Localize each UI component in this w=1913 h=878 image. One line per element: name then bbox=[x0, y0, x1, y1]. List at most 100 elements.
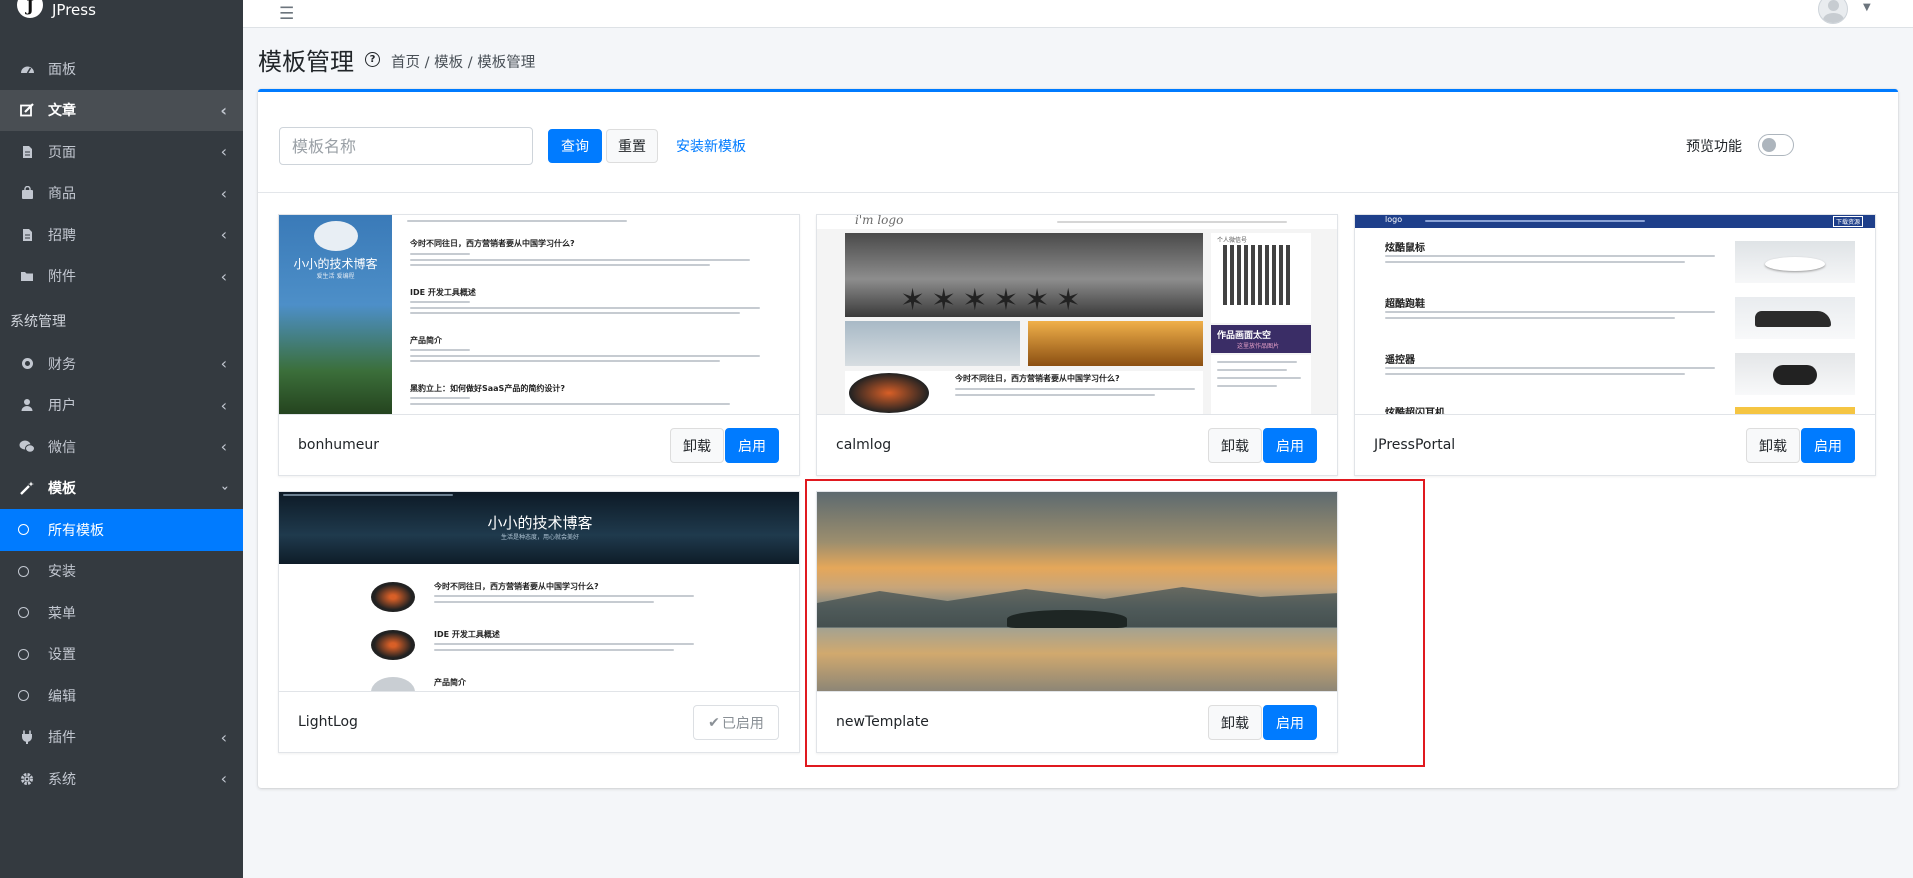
enabled-label: 已启用 bbox=[721, 715, 764, 732]
thumb-silhouettes: ✶✶✶✶✶✶ bbox=[900, 283, 1087, 318]
sidebar-item-plugins[interactable]: 插件 ‹ bbox=[0, 717, 243, 759]
sidebar-item-label: 微信 bbox=[48, 439, 76, 456]
template-thumbnail[interactable]: 小小的技术博客 生活是种态度，用心就会美好 今时不同往日，西方营销者要从中国学习… bbox=[279, 492, 799, 692]
enable-button[interactable]: 启用 bbox=[1801, 428, 1855, 463]
template-card-jpressportal: logo 下载资源 炫酷鼠标 超酷跑鞋 遥控器 炫酷超闪耳机 JPressPor… bbox=[1354, 214, 1876, 476]
sidebar-item-label: 招聘 bbox=[48, 227, 76, 244]
template-name: calmlog bbox=[836, 437, 892, 453]
sidebar-subitem-edit[interactable]: 编辑 bbox=[0, 675, 243, 717]
circle-icon bbox=[18, 565, 29, 577]
brand-logo: J bbox=[17, 0, 43, 18]
thumb-post-image bbox=[371, 677, 415, 691]
sidebar-subitem-install[interactable]: 安装 bbox=[0, 551, 243, 593]
sidebar-subitem-menu[interactable]: 菜单 bbox=[0, 592, 243, 634]
enable-button[interactable]: 启用 bbox=[1263, 428, 1317, 463]
thumb-product-image bbox=[1735, 407, 1855, 414]
sidebar-item-system[interactable]: 系统 ‹ bbox=[0, 758, 243, 800]
sidebar-item-templates[interactable]: 模板 ‹ bbox=[0, 468, 243, 510]
thumb-post-title: 产品简介 bbox=[434, 678, 466, 687]
brand-logo-letter: J bbox=[26, 0, 34, 15]
thumb-text-line bbox=[1217, 385, 1277, 387]
template-thumbnail[interactable]: logo 下载资源 炫酷鼠标 超酷跑鞋 遥控器 炫酷超闪耳机 bbox=[1355, 215, 1875, 415]
thumb-post-title: 遥控器 bbox=[1385, 355, 1415, 366]
sidebar-subitem-settings[interactable]: 设置 bbox=[0, 634, 243, 676]
install-template-link[interactable]: 安装新模板 bbox=[676, 136, 746, 156]
thumb-navbar: logo 下载资源 bbox=[1355, 215, 1875, 228]
thumb-post: 今时不同往日，西方营销者要从中国学习什么? bbox=[845, 371, 1203, 414]
thumb-text-line bbox=[410, 264, 710, 266]
thumb-text-line bbox=[1217, 377, 1301, 379]
thumb-header-image: 小小的技术博客 生活是种态度，用心就会美好 bbox=[279, 492, 799, 564]
sidebar-item-recruit[interactable]: 招聘 ‹ bbox=[0, 214, 243, 256]
enabled-button[interactable]: ✔ 已启用 bbox=[693, 705, 779, 740]
uninstall-button[interactable]: 卸载 bbox=[670, 428, 724, 463]
thumb-text-line bbox=[410, 259, 750, 261]
thumb-qrcode bbox=[1223, 245, 1293, 305]
thumb-nav-line bbox=[283, 494, 453, 496]
thumb-text-line bbox=[434, 649, 674, 651]
uninstall-button[interactable]: 卸载 bbox=[1746, 428, 1800, 463]
uninstall-button[interactable]: 卸载 bbox=[1208, 428, 1262, 463]
sidebar-item-dashboard[interactable]: 面板 bbox=[0, 48, 243, 90]
caret-down-icon[interactable]: ▼ bbox=[1863, 2, 1871, 13]
sidebar-item-label: 面板 bbox=[48, 61, 76, 78]
thumb-post-title: 今时不同往日，西方营销者要从中国学习什么? bbox=[410, 239, 575, 248]
sidebar-item-pages[interactable]: 页面 ‹ bbox=[0, 131, 243, 173]
thumb-logo: i'm logo bbox=[855, 215, 904, 227]
coin-icon bbox=[18, 357, 36, 370]
sidebar-item-wechat[interactable]: 微信 ‹ bbox=[0, 426, 243, 468]
template-thumbnail[interactable]: i'm logo ✶✶✶✶✶✶ 今时不同往日，西方营销者要从中国学习什么? 个人… bbox=[817, 215, 1337, 415]
circle-icon bbox=[18, 607, 29, 619]
sidebar-item-articles[interactable]: 文章 ‹ bbox=[0, 89, 243, 131]
preview-toggle[interactable] bbox=[1758, 134, 1794, 156]
highlight-box bbox=[805, 479, 1425, 767]
sidebar-item-label: 商品 bbox=[48, 186, 76, 203]
template-card-footer: calmlog 卸载 启用 bbox=[817, 415, 1337, 476]
thumb-text-line bbox=[410, 403, 730, 405]
thumb-text-line bbox=[410, 355, 760, 357]
circle-icon bbox=[18, 648, 29, 660]
thumb-text-line bbox=[434, 643, 694, 645]
thumb-product-image bbox=[1735, 241, 1855, 283]
brand-name: JPress bbox=[52, 1, 96, 19]
wechat-icon bbox=[18, 440, 36, 453]
user-avatar[interactable] bbox=[1818, 0, 1848, 24]
thumb-post-title: 产品简介 bbox=[410, 336, 442, 345]
thumb-side-widget: 个人微信号 bbox=[1211, 233, 1311, 323]
sidebar-item-attachments[interactable]: 附件 ‹ bbox=[0, 256, 243, 298]
thumb-post-title: 今时不同往日，西方营销者要从中国学习什么? bbox=[955, 374, 1120, 383]
sidebar-item-products[interactable]: 商品 ‹ bbox=[0, 173, 243, 215]
help-icon[interactable]: ? bbox=[365, 52, 380, 67]
template-card-footer: JPressPortal 卸载 启用 bbox=[1355, 415, 1875, 476]
preview-label: 预览功能 bbox=[1686, 139, 1742, 155]
brand[interactable]: J JPress bbox=[0, 0, 243, 20]
menu-toggle-icon[interactable]: ☰ bbox=[279, 4, 294, 24]
thumb-text-line bbox=[410, 307, 760, 309]
thumb-banner-text: 作品画面太空 bbox=[1217, 331, 1272, 341]
sidebar-item-label: 用户 bbox=[48, 398, 76, 415]
enable-button[interactable]: 启用 bbox=[725, 428, 779, 463]
template-thumbnail[interactable]: 小小的技术博客 爱生活 爱编程 今时不同往日，西方营销者要从中国学习什么? ID… bbox=[279, 215, 799, 415]
thumb-post-title: 超酷跑鞋 bbox=[1385, 299, 1425, 310]
thumb-post-title: 今时不同往日，西方营销者要从中国学习什么? bbox=[434, 582, 599, 591]
template-card-footer: LightLog ✔ 已启用 bbox=[279, 692, 799, 753]
query-button[interactable]: 查询 bbox=[548, 129, 602, 163]
thumb-nav-line bbox=[407, 220, 627, 222]
sidebar-item-label: 附件 bbox=[48, 269, 76, 286]
breadcrumb: 首页 / 模板 / 模板管理 bbox=[391, 55, 536, 71]
thumb-text-line bbox=[1217, 369, 1287, 371]
magic-icon bbox=[18, 481, 36, 496]
sidebar-subnav-templates: 所有模板 安装 菜单 设置 编辑 bbox=[0, 509, 243, 717]
sidebar-subitem-all-templates[interactable]: 所有模板 bbox=[0, 509, 243, 551]
thumb-shoe-shape bbox=[1755, 311, 1831, 327]
template-name: LightLog bbox=[298, 714, 358, 730]
thumb-product-image bbox=[1735, 297, 1855, 339]
file-icon bbox=[18, 228, 36, 242]
template-name-input[interactable] bbox=[279, 127, 533, 165]
sidebar-item-users[interactable]: 用户 ‹ bbox=[0, 385, 243, 427]
chevron-left-icon: ‹ bbox=[220, 142, 227, 162]
thumb-meta-line bbox=[410, 301, 470, 303]
sidebar-item-finance[interactable]: 财务 ‹ bbox=[0, 343, 243, 385]
reset-button[interactable]: 重置 bbox=[606, 129, 658, 163]
template-card-lightlog: 小小的技术博客 生活是种态度，用心就会美好 今时不同往日，西方营销者要从中国学习… bbox=[278, 491, 800, 753]
